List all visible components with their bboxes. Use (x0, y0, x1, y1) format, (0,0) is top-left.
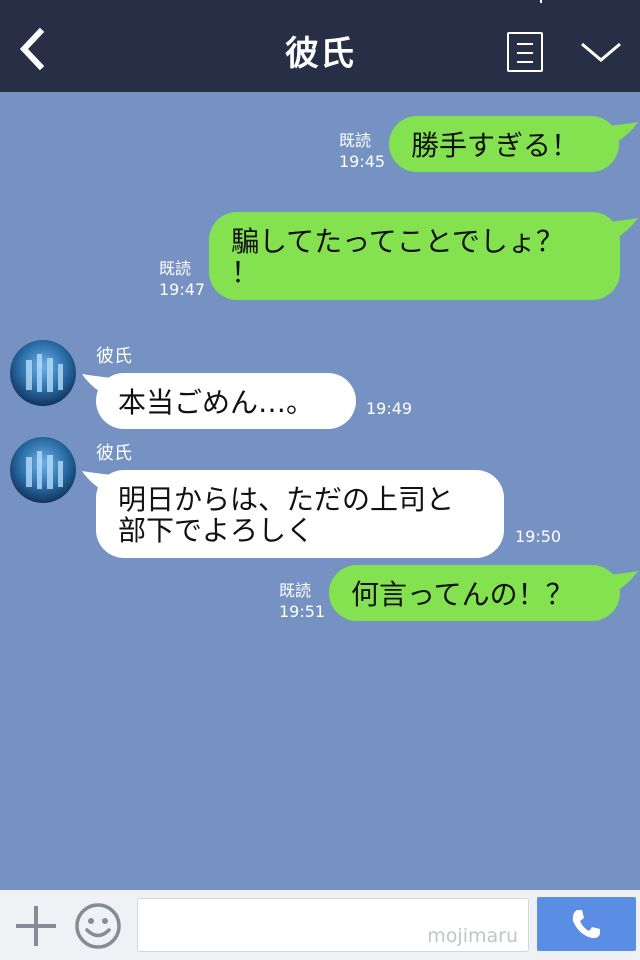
message-text-line1: 騙してたってことでしょ？ (231, 225, 564, 258)
message-text-line1: 明日からは、ただの上司と (118, 483, 455, 516)
message-list[interactable]: 既読 19:45 勝手すぎる！ 既読 19:47 騙してたってことでしょ？ ！ … (0, 92, 640, 890)
message-time: 19:50 (515, 527, 562, 546)
sender-name: 彼氏 (96, 346, 132, 367)
message-text: 何言ってんの！？ (351, 578, 574, 611)
sender-name: 彼氏 (96, 443, 132, 464)
smiley-icon[interactable] (73, 901, 123, 951)
bubble-tail (608, 218, 638, 240)
message-bubble-incoming[interactable]: 本当ごめん…。 (96, 373, 356, 429)
message-bubble-incoming[interactable]: 明日からは、ただの上司と 部下でよろしく (96, 470, 504, 558)
message-text-line2: ！ (231, 256, 260, 289)
message-bubble-outgoing[interactable]: 何言ってんの！？ (329, 565, 620, 621)
note-icon[interactable] (507, 32, 543, 72)
read-receipt: 既読 19:51 (279, 581, 326, 621)
chevron-down-icon[interactable] (578, 36, 624, 66)
input-bar: mojimaru (0, 890, 640, 960)
read-receipt: 既読 19:45 (339, 131, 386, 171)
watermark: mojimaru (427, 925, 518, 947)
message-text: 本当ごめん…。 (118, 386, 315, 419)
bubble-tail (608, 571, 638, 593)
message-text-line2: 部下でよろしく (118, 514, 315, 547)
bubble-tail (608, 122, 638, 144)
avatar[interactable] (10, 437, 76, 503)
call-button[interactable] (537, 897, 636, 951)
message-bubble-outgoing[interactable]: 勝手すぎる！ (389, 116, 619, 172)
message-bubble-outgoing[interactable]: 騙してたってことでしょ？ ！ (209, 212, 620, 300)
header-bar: 彼氏 (0, 0, 640, 92)
message-time: 19:49 (366, 399, 413, 418)
chat-title: 彼氏 (285, 34, 355, 74)
message-input[interactable]: mojimaru (137, 898, 529, 952)
message-text: 勝手すぎる！ (411, 129, 580, 162)
status-tick (540, 0, 542, 3)
plus-icon[interactable] (14, 904, 58, 948)
avatar[interactable] (10, 340, 76, 406)
phone-icon (572, 910, 600, 939)
read-receipt: 既読 19:47 (159, 259, 206, 299)
